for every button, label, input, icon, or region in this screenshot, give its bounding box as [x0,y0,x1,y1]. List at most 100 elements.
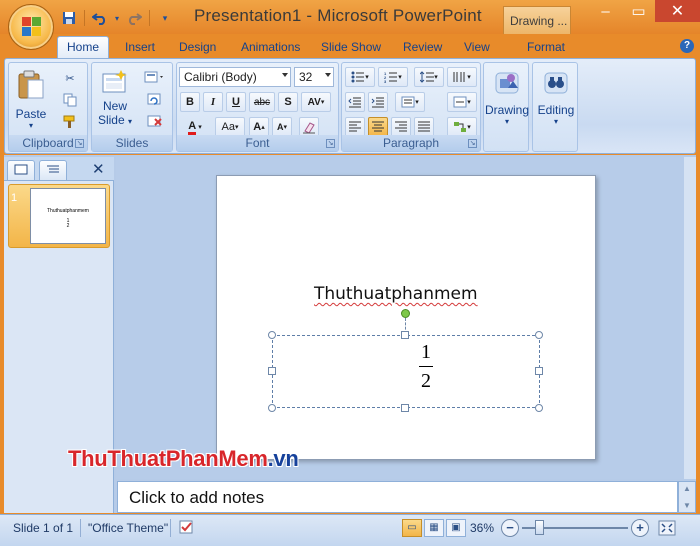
align-center-button[interactable] [368,117,388,137]
align-text-button[interactable]: ▾ [447,92,477,112]
watermark-part1: ThuThuat [68,446,166,471]
rotation-handle[interactable] [401,309,410,318]
layout-icon[interactable] [142,69,168,87]
bullets-button[interactable]: ▾ [345,67,375,87]
paste-label: Paste [15,107,47,121]
paragraph-launcher-icon[interactable]: ↘ [468,139,477,148]
redo-icon[interactable] [123,8,145,28]
normal-view-icon[interactable]: ▭ [402,519,422,537]
customize-qat-icon[interactable]: ▾ [154,8,176,28]
text-direction-button[interactable]: ▾ [395,92,425,112]
resize-handle-right[interactable] [535,367,543,375]
character-spacing-label: AV [307,96,321,108]
ribbon: Paste ▾ ✂ Clipboard ↘ New Slide ▾ Slides [4,58,696,154]
editing-button[interactable]: Editing ▾ [533,67,579,135]
close-pane-icon[interactable]: ✕ [92,160,105,178]
paste-dropdown-icon: ▾ [28,121,33,130]
fit-to-window-icon[interactable] [657,519,677,540]
resize-handle-bottom-left[interactable] [268,404,276,412]
font-launcher-icon[interactable]: ↘ [326,139,335,148]
cut-icon[interactable]: ✂ [61,69,79,87]
font-color-button[interactable]: A ▾ [180,117,210,137]
help-icon[interactable]: ? [680,39,694,53]
zoom-out-icon[interactable]: − [501,519,519,537]
zoom-slider-thumb[interactable] [535,520,544,535]
reset-icon[interactable] [142,91,168,109]
tab-view[interactable]: View [464,36,490,58]
clipboard-launcher-icon[interactable]: ↘ [75,139,84,148]
italic-button[interactable]: I [203,92,223,112]
drawing-button[interactable]: Drawing ▾ [484,67,530,135]
scroll-up-icon[interactable]: ▲ [679,484,695,493]
line-spacing-button[interactable]: ▾ [414,67,444,87]
bold-button[interactable]: B [180,92,200,112]
character-spacing-button[interactable]: AV ▾ [301,92,331,112]
tab-slide-show[interactable]: Slide Show [321,36,381,58]
resize-handle-top-left[interactable] [268,331,276,339]
editing-label: Editing [537,103,575,117]
increase-indent-button[interactable] [368,92,388,112]
equation-fraction[interactable]: 1 2 [412,341,440,393]
slide-show-view-icon[interactable]: ▣ [446,519,466,537]
decrease-indent-button[interactable] [345,92,365,112]
new-slide-button[interactable]: New Slide ▾ [94,67,136,135]
office-button[interactable] [8,4,54,50]
font-size-combo[interactable]: 32 [294,67,334,87]
tab-design[interactable]: Design [179,36,216,58]
tab-insert[interactable]: Insert [125,36,155,58]
undo-icon[interactable] [89,8,111,28]
columns-button[interactable]: ▾ [447,67,477,87]
resize-handle-top-right[interactable] [535,331,543,339]
vertical-scrollbar[interactable] [684,157,696,479]
slide-sorter-view-icon[interactable]: ▦ [424,519,444,537]
zoom-level[interactable]: 36% [470,521,494,535]
tab-animations[interactable]: Animations [241,36,300,58]
window-title: Presentation1 - Microsoft PowerPoint [194,6,482,25]
font-name-combo[interactable]: Calibri (Body) [179,67,291,87]
align-left-button[interactable] [345,117,365,137]
tab-review[interactable]: Review [403,36,442,58]
drawing-label: Drawing [484,103,529,117]
change-case-button[interactable]: Aa ▾ [215,117,245,137]
justify-button[interactable] [414,117,434,137]
strikethrough-button[interactable]: abc [249,92,275,112]
resize-handle-bottom-right[interactable] [535,404,543,412]
outline-tab-icon[interactable] [39,160,67,180]
slides-tab-icon[interactable] [7,160,35,180]
close-button[interactable]: ✕ [655,0,700,22]
copy-icon[interactable] [61,91,79,109]
slide-thumbnail-number: 1 [11,192,18,204]
resize-handle-bottom[interactable] [401,404,409,412]
underline-button[interactable]: U [226,92,246,112]
numbering-button[interactable]: 1 2 3 ▾ [378,67,408,87]
undo-dropdown-icon[interactable]: ▾ [113,8,121,28]
tab-home[interactable]: Home [57,36,110,58]
shadow-button[interactable]: S [278,92,298,112]
fraction-denominator: 2 [421,370,431,392]
resize-handle-top[interactable] [401,331,409,339]
grow-font-button[interactable]: A ▴ [249,117,269,137]
tab-format[interactable]: Format [527,36,565,58]
delete-slide-icon[interactable] [142,113,168,131]
equation-textbox[interactable] [272,335,540,408]
zoom-in-icon[interactable]: + [631,519,649,537]
notes-pane[interactable]: Click to add notes [117,481,678,513]
ribbon-tab-row: Home Insert Design Animations Slide Show… [0,34,700,58]
slide-thumbnail[interactable]: Thuthuatphanmem 1 2 [30,188,106,244]
notes-scrollbar[interactable]: ▲ ▼ [678,481,696,513]
drawing-tools-tab[interactable]: Drawing ... [503,6,571,34]
scroll-down-icon[interactable]: ▼ [679,501,695,510]
save-icon[interactable] [58,8,80,28]
resize-handle-left[interactable] [268,367,276,375]
clear-formatting-icon[interactable] [299,117,319,137]
shrink-font-button[interactable]: A ▾ [272,117,292,137]
spell-check-icon[interactable] [178,519,198,540]
format-painter-icon[interactable] [61,113,79,131]
align-right-button[interactable] [391,117,411,137]
slide-title-text[interactable]: Thuthuatphanmem [314,284,478,304]
minimize-button[interactable]: – [589,0,622,22]
paste-button[interactable]: Paste ▾ [11,67,51,135]
status-separator [80,519,81,537]
smartart-button[interactable]: ▾ [447,117,477,137]
maximize-button[interactable]: ▭ [622,0,655,22]
